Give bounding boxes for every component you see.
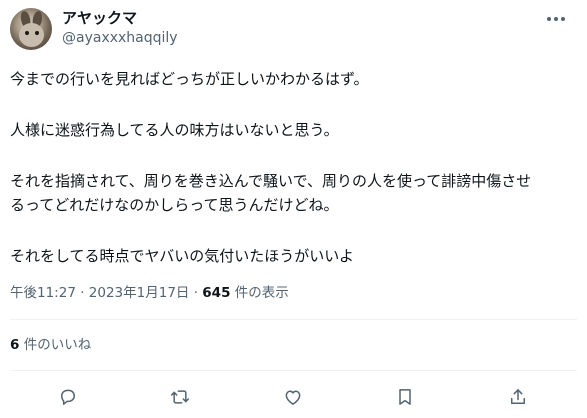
likes-count: 6 <box>10 337 20 353</box>
handle[interactable]: @ayaxxxhaqqily <box>62 29 178 47</box>
divider <box>10 370 577 371</box>
heart-icon <box>285 390 301 405</box>
bookmark-icon <box>399 389 411 405</box>
views-label: 件の表示 <box>230 285 289 301</box>
reply-button[interactable] <box>55 384 81 410</box>
retweet-icon <box>170 390 190 404</box>
more-dot <box>554 17 558 21</box>
tweet-meta: 午後11:27 · 2023年1月17日 · 645 件の表示 <box>10 284 289 302</box>
views-count[interactable]: 645 <box>202 285 230 301</box>
share-button[interactable] <box>505 384 531 410</box>
avatar-face <box>19 23 44 47</box>
more-dot <box>561 17 565 21</box>
tweet-line: 今までの行いを見ればどっちが正しいかわかるはず。 <box>10 70 369 88</box>
likes-summary[interactable]: 6 件のいいね <box>10 336 91 354</box>
display-name[interactable]: アヤックマ <box>62 8 137 28</box>
avatar-eye <box>25 31 29 35</box>
tweet-line: それを指摘されて、周りを巻き込んで騒いで、周りの人を使って誹謗中傷させ <box>10 172 532 190</box>
share-icon <box>511 389 525 404</box>
avatar-eye <box>35 31 39 35</box>
reply-icon <box>61 389 75 405</box>
likes-label: 件のいいね <box>19 337 92 353</box>
tweet-line: それをしてる時点でヤバいの気付いたほうがいいよ <box>10 247 354 265</box>
more-dot <box>547 17 551 21</box>
like-button[interactable] <box>280 384 306 410</box>
avatar[interactable] <box>10 8 52 50</box>
tweet-line: 人様に迷惑行為してる人の味方はいないと思う。 <box>10 121 339 139</box>
more-horizontal-icon[interactable] <box>544 12 568 26</box>
retweet-button[interactable] <box>167 384 193 410</box>
timestamp[interactable]: 午後11:27 · 2023年1月17日 · <box>10 285 202 301</box>
bookmark-button[interactable] <box>392 384 418 410</box>
action-bar <box>0 384 587 410</box>
tweet-line: るってどれだけなのかしらって思うんだけどね。 <box>10 196 339 214</box>
divider <box>10 319 577 320</box>
